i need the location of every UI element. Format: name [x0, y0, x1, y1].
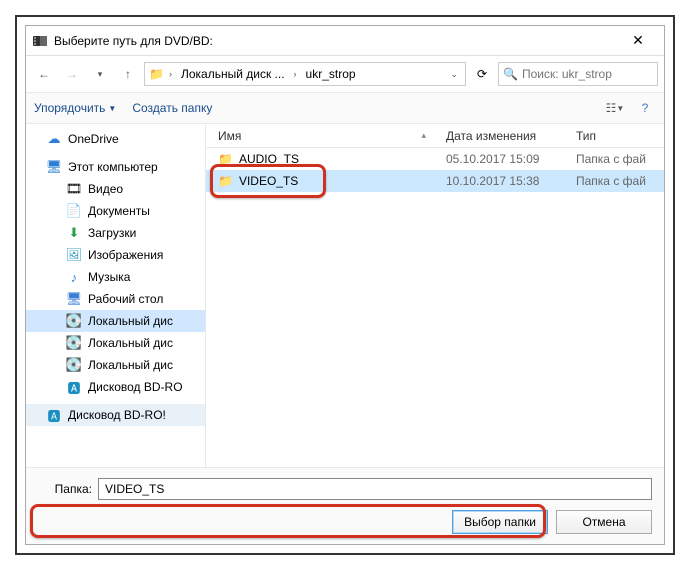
- disk-icon: 💽: [66, 357, 82, 373]
- music-icon: ♪: [66, 269, 82, 285]
- sidebar-item-desktop[interactable]: 🖥Рабочий стол: [26, 288, 205, 310]
- sidebar-item-thispc[interactable]: 🖥Этот компьютер: [26, 156, 205, 178]
- organize-button[interactable]: Упорядочить▼: [34, 101, 116, 115]
- app-icon: [32, 33, 48, 49]
- titlebar: Выберите путь для DVD/BD: ✕: [26, 26, 664, 56]
- column-headers: Имя▴ Дата изменения Тип: [206, 124, 664, 148]
- folder-icon: 📁: [218, 152, 233, 166]
- desktop-icon: 🖥: [66, 291, 82, 307]
- refresh-button[interactable]: ⟳: [470, 67, 494, 81]
- nav-bar: ← → ▾ ↑ 📁 › Локальный диск ... › ukr_str…: [26, 56, 664, 92]
- breadcrumb-dropdown[interactable]: ⌄: [447, 69, 461, 80]
- recent-dropdown[interactable]: ▾: [88, 62, 112, 86]
- search-box[interactable]: 🔍: [498, 62, 658, 86]
- chevron-right-icon: ›: [166, 69, 175, 79]
- pc-icon: 🖥: [46, 159, 62, 175]
- folder-picker-dialog: Выберите путь для DVD/BD: ✕ ← → ▾ ↑ 📁 › …: [25, 25, 665, 545]
- sidebar-item-localdisk[interactable]: 💽Локальный дис: [26, 310, 205, 332]
- video-icon: 🎞: [66, 181, 82, 197]
- disk-icon: 💽: [66, 313, 82, 329]
- sort-asc-icon: ▴: [421, 130, 426, 141]
- bd-icon: 🅰: [46, 407, 62, 423]
- table-row[interactable]: 📁VIDEO_TS 10.10.2017 15:38 Папка с фай: [206, 170, 664, 192]
- newfolder-button[interactable]: Создать папку: [132, 101, 212, 115]
- close-button[interactable]: ✕: [618, 32, 658, 49]
- sidebar-item-bd1[interactable]: 🅰Дисковод BD-RO: [26, 376, 205, 398]
- search-input[interactable]: [522, 67, 653, 81]
- sidebar-item-bd2[interactable]: 🅰Дисковод BD-RO!: [26, 404, 205, 426]
- cancel-button[interactable]: Отмена: [556, 510, 652, 534]
- breadcrumb[interactable]: 📁 › Локальный диск ... › ukr_strop ⌄: [144, 62, 466, 86]
- cloud-icon: ☁: [46, 131, 62, 147]
- search-icon: 🔍: [503, 67, 518, 81]
- sidebar-item-localdisk3[interactable]: 💽Локальный дис: [26, 354, 205, 376]
- sidebar-item-pictures[interactable]: 🖼Изображения: [26, 244, 205, 266]
- file-list: Имя▴ Дата изменения Тип 📁AUDIO_TS 05.10.…: [206, 124, 664, 467]
- sidebar-item-music[interactable]: ♪Музыка: [26, 266, 205, 288]
- back-button[interactable]: ←: [32, 62, 56, 86]
- forward-button[interactable]: →: [60, 62, 84, 86]
- crumb-disk[interactable]: Локальный диск ...: [177, 67, 289, 81]
- help-button[interactable]: ?: [634, 97, 656, 119]
- download-icon: ⬇: [66, 225, 82, 241]
- sidebar-item-downloads[interactable]: ⬇Загрузки: [26, 222, 205, 244]
- up-button[interactable]: ↑: [116, 62, 140, 86]
- docs-icon: 📄: [66, 203, 82, 219]
- folder-name-input[interactable]: [98, 478, 652, 500]
- dialog-footer: Папка: Выбор папки Отмена: [26, 467, 664, 544]
- folder-label: Папка:: [38, 482, 92, 496]
- sidebar-item-video[interactable]: 🎞Видео: [26, 178, 205, 200]
- bd-icon: 🅰: [66, 379, 82, 395]
- folder-icon: 📁: [149, 67, 164, 81]
- pictures-icon: 🖼: [66, 247, 82, 263]
- view-options-button[interactable]: ☷ ▼: [604, 97, 626, 119]
- table-row[interactable]: 📁AUDIO_TS 05.10.2017 15:09 Папка с фай: [206, 148, 664, 170]
- sidebar-item-localdisk2[interactable]: 💽Локальный дис: [26, 332, 205, 354]
- sidebar-item-docs[interactable]: 📄Документы: [26, 200, 205, 222]
- col-name[interactable]: Имя▴: [206, 129, 446, 143]
- disk-icon: 💽: [66, 335, 82, 351]
- folder-icon: 📁: [218, 174, 233, 188]
- sidebar-item-onedrive[interactable]: ☁OneDrive: [26, 128, 205, 150]
- crumb-folder[interactable]: ukr_strop: [302, 67, 360, 81]
- window-title: Выберите путь для DVD/BD:: [54, 34, 618, 48]
- col-date[interactable]: Дата изменения: [446, 129, 576, 143]
- toolbar: Упорядочить▼ Создать папку ☷ ▼ ?: [26, 92, 664, 124]
- chevron-right-icon: ›: [291, 69, 300, 79]
- col-type[interactable]: Тип: [576, 129, 664, 143]
- sidebar: ☁OneDrive 🖥Этот компьютер 🎞Видео 📄Докуме…: [26, 124, 206, 467]
- select-folder-button[interactable]: Выбор папки: [452, 510, 548, 534]
